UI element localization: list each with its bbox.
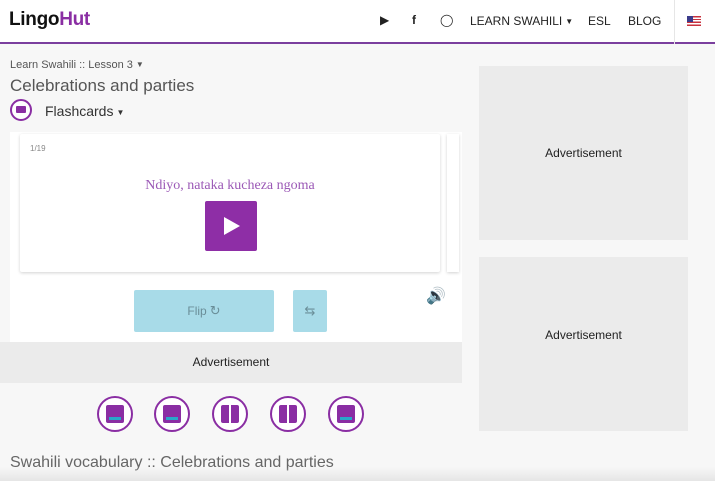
advertisement-right-top: Advertisement (479, 66, 688, 240)
flip-button[interactable]: Flip ↻ (134, 290, 274, 332)
facebook-icon[interactable]: f (412, 13, 416, 27)
flashcards-icon[interactable] (10, 99, 32, 121)
advertisement-right-bottom: Advertisement (479, 257, 688, 431)
quiz-icon[interactable] (154, 396, 190, 432)
shuffle-button[interactable]: ⇆ (293, 290, 327, 332)
mode-selector[interactable]: Flashcards ▼ (45, 103, 124, 119)
checklist-icon[interactable] (270, 396, 306, 432)
us-flag-icon[interactable] (687, 16, 701, 26)
youtube-icon[interactable]: ▶ (380, 13, 389, 27)
lingohut-logo[interactable]: LingoHut (9, 9, 90, 31)
chevron-down-icon: ▼ (116, 108, 125, 117)
flashcard-phrase: Ndiyo, nataka kucheza ngoma (145, 178, 315, 193)
nav-divider (674, 0, 675, 44)
bottom-fade (0, 467, 715, 481)
chevron-down-icon: ▼ (565, 17, 574, 26)
breadcrumb[interactable]: Learn Swahili :: Lesson 3 ▼ (10, 59, 144, 71)
next-flashcard-edge[interactable] (447, 134, 459, 272)
nav-blog[interactable]: BLOG (628, 14, 661, 28)
swap-icon: ⇆ (304, 303, 316, 318)
advertisement-band: Advertisement (0, 342, 462, 383)
flip-button-label: Flip (187, 304, 207, 318)
page-title: Celebrations and parties (10, 76, 195, 95)
typing-icon[interactable] (328, 396, 364, 432)
breadcrumb-label: Learn Swahili :: Lesson 3 (10, 59, 133, 71)
rotate-icon: ↻ (209, 303, 221, 318)
nav-learn-swahili-label: LEARN SWAHILI (470, 14, 563, 28)
a-z-video-icon[interactable] (97, 396, 133, 432)
logo-text-lingo: Lingo (9, 9, 60, 30)
instagram-icon[interactable]: ◯ (440, 13, 453, 27)
speaker-icon[interactable]: 🔊 (426, 286, 446, 306)
chevron-down-icon: ▼ (135, 60, 144, 69)
mode-selector-label: Flashcards (45, 103, 114, 119)
card-counter: 1/19 (30, 144, 46, 153)
memory-grid-icon[interactable] (212, 396, 248, 432)
logo-text-hut: Hut (59, 9, 90, 30)
top-navigation-bar: LingoHut ▶ f ◯ LEARN SWAHILI ▼ ESL BLOG (0, 0, 715, 44)
nav-esl[interactable]: ESL (588, 14, 611, 28)
nav-learn-swahili[interactable]: LEARN SWAHILI ▼ (470, 14, 573, 28)
play-audio-button[interactable] (205, 201, 257, 251)
